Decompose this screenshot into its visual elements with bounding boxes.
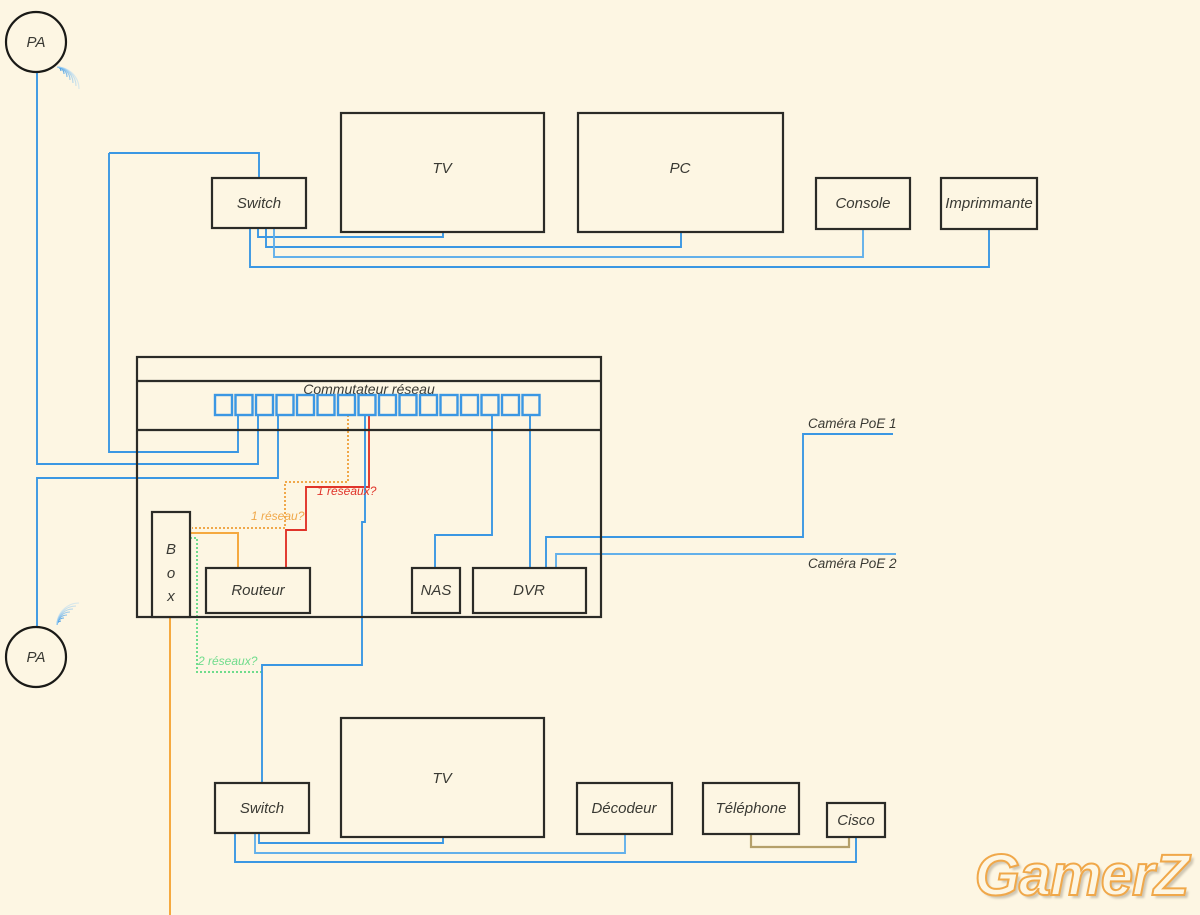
device-label: DVR [513,582,545,599]
rack-port[interactable] [500,393,521,417]
rack-port[interactable] [480,393,500,417]
wire-camera-poe-1 [545,433,893,568]
access-point-label: PA [27,649,46,666]
device-label-line-3: x [166,588,175,605]
annotation-1-reseaux: 1 réseaux? [317,484,377,498]
annotation-2-reseaux: 2 réseaux? [197,654,258,668]
rack-port[interactable] [521,393,541,417]
device-label: Switch [240,800,284,817]
device-label: Routeur [231,582,285,599]
device-label: Décodeur [591,800,657,817]
rack-port[interactable] [398,393,418,417]
device-label: Console [835,195,890,212]
device-label: Téléphone [716,800,787,817]
device-dvr[interactable]: DVR [471,566,588,615]
rack-port[interactable] [357,393,377,417]
rack-port[interactable] [275,393,295,417]
diagram-canvas: Commutateur réseau PA PA Switch TV PC Co… [0,0,1200,915]
rack-port[interactable] [418,393,439,417]
camera-poe-2-label: Caméra PoE 2 [808,556,897,571]
device-label: Switch [237,195,281,212]
device-imprimmante[interactable]: Imprimmante [939,176,1039,231]
gamerz-watermark: GamerZ [974,842,1190,909]
device-pc[interactable]: PC [576,111,785,234]
rack-port[interactable] [213,393,234,417]
rack-ports [213,393,541,417]
device-tv-top[interactable]: TV [339,111,546,234]
rack-port[interactable] [316,393,336,417]
wire-top-switch-uplink [109,152,260,178]
rack-port[interactable] [459,393,480,417]
device-decodeur[interactable]: Décodeur [575,781,674,836]
device-label: Imprimmante [945,195,1033,212]
device-label: NAS [421,582,452,599]
device-cisco[interactable]: Cisco [825,801,887,839]
device-routeur[interactable]: Routeur [204,566,312,615]
device-box[interactable]: B o x [150,510,192,619]
device-tv-bottom[interactable]: TV [339,716,546,839]
device-label: Cisco [837,812,875,829]
wifi-signal-icon [56,602,80,626]
access-point-top[interactable]: PA [4,10,80,90]
annotation-1-reseau: 1 réseau? [251,509,305,523]
device-label-line-1: B [166,541,176,558]
device-label: PC [670,160,691,177]
device-switch-bottom[interactable]: Switch [213,781,311,835]
access-point-bottom[interactable]: PA [4,602,80,689]
device-console[interactable]: Console [814,176,912,231]
device-label-line-2: o [167,565,175,582]
rack-port[interactable] [439,393,459,417]
rack-port[interactable] [254,393,275,417]
access-point-label: PA [27,34,46,51]
device-label: TV [432,160,453,177]
device-label: TV [432,770,453,787]
wire-rack-to-nas [434,415,493,568]
rack-port[interactable] [295,393,316,417]
rack-port[interactable] [377,393,398,417]
rack-port[interactable] [234,393,254,417]
device-telephone[interactable]: Téléphone [701,781,801,836]
wifi-signal-icon [56,66,80,90]
rack-port[interactable] [336,393,357,417]
device-nas[interactable]: NAS [410,566,462,615]
device-switch-top[interactable]: Switch [210,176,308,230]
network-diagram: Commutateur réseau PA PA Switch TV PC Co… [4,10,1039,915]
camera-poe-1-label: Caméra PoE 1 [808,416,897,431]
